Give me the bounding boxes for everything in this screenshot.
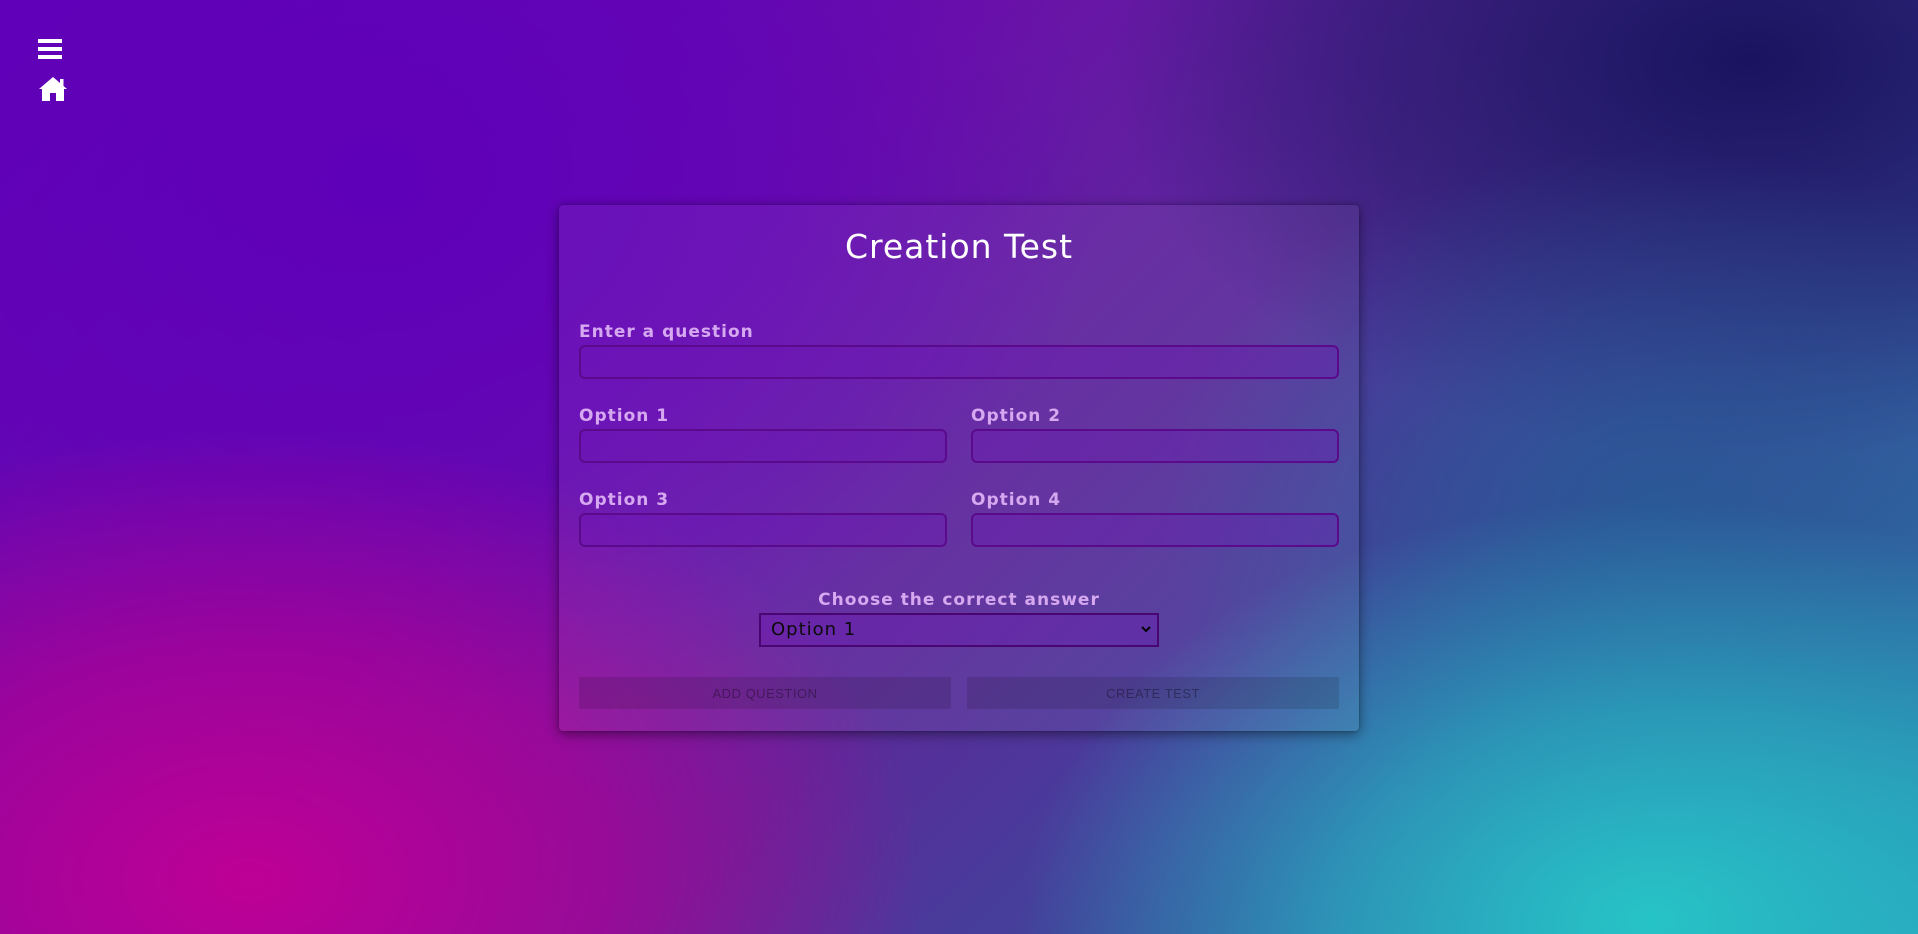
option-2-label: Option 2 [971,406,1062,426]
home-icon[interactable] [38,76,68,104]
option-3-label: Option 3 [579,490,670,510]
correct-answer-select[interactable]: Option 1 [759,613,1159,647]
option-3-input[interactable] [579,513,947,547]
option-4-group: Option 4 [971,489,1339,547]
chevron-down-icon [1141,626,1151,633]
question-group: Enter a question [579,321,1339,379]
option-1-input[interactable] [579,429,947,463]
correct-answer-label: Choose the correct answer [818,590,1100,610]
page-title: Creation Test [844,227,1074,266]
option-2-group: Option 2 [971,405,1339,463]
option-1-label: Option 1 [579,406,670,426]
correct-answer-selected-value: Option 1 [771,619,857,640]
add-question-button[interactable]: ADD QUESTION [579,677,951,709]
nav-icons [38,38,68,104]
form-actions: ADD QUESTION CREATE TEST [579,677,1339,709]
option-4-input[interactable] [971,513,1339,547]
option-2-input[interactable] [971,429,1339,463]
option-4-label: Option 4 [971,490,1062,510]
question-label: Enter a question [579,322,754,342]
question-input[interactable] [579,345,1339,379]
creation-test-card: Creation Test Enter a question Option 1 … [559,205,1359,731]
create-test-button[interactable]: CREATE TEST [967,677,1339,709]
correct-answer-group: Choose the correct answer Option 1 [579,589,1339,647]
options-grid: Option 1 Option 2 Option 3 Option 4 [579,405,1339,547]
hamburger-menu-icon[interactable] [38,38,68,66]
option-3-group: Option 3 [579,489,947,547]
option-1-group: Option 1 [579,405,947,463]
